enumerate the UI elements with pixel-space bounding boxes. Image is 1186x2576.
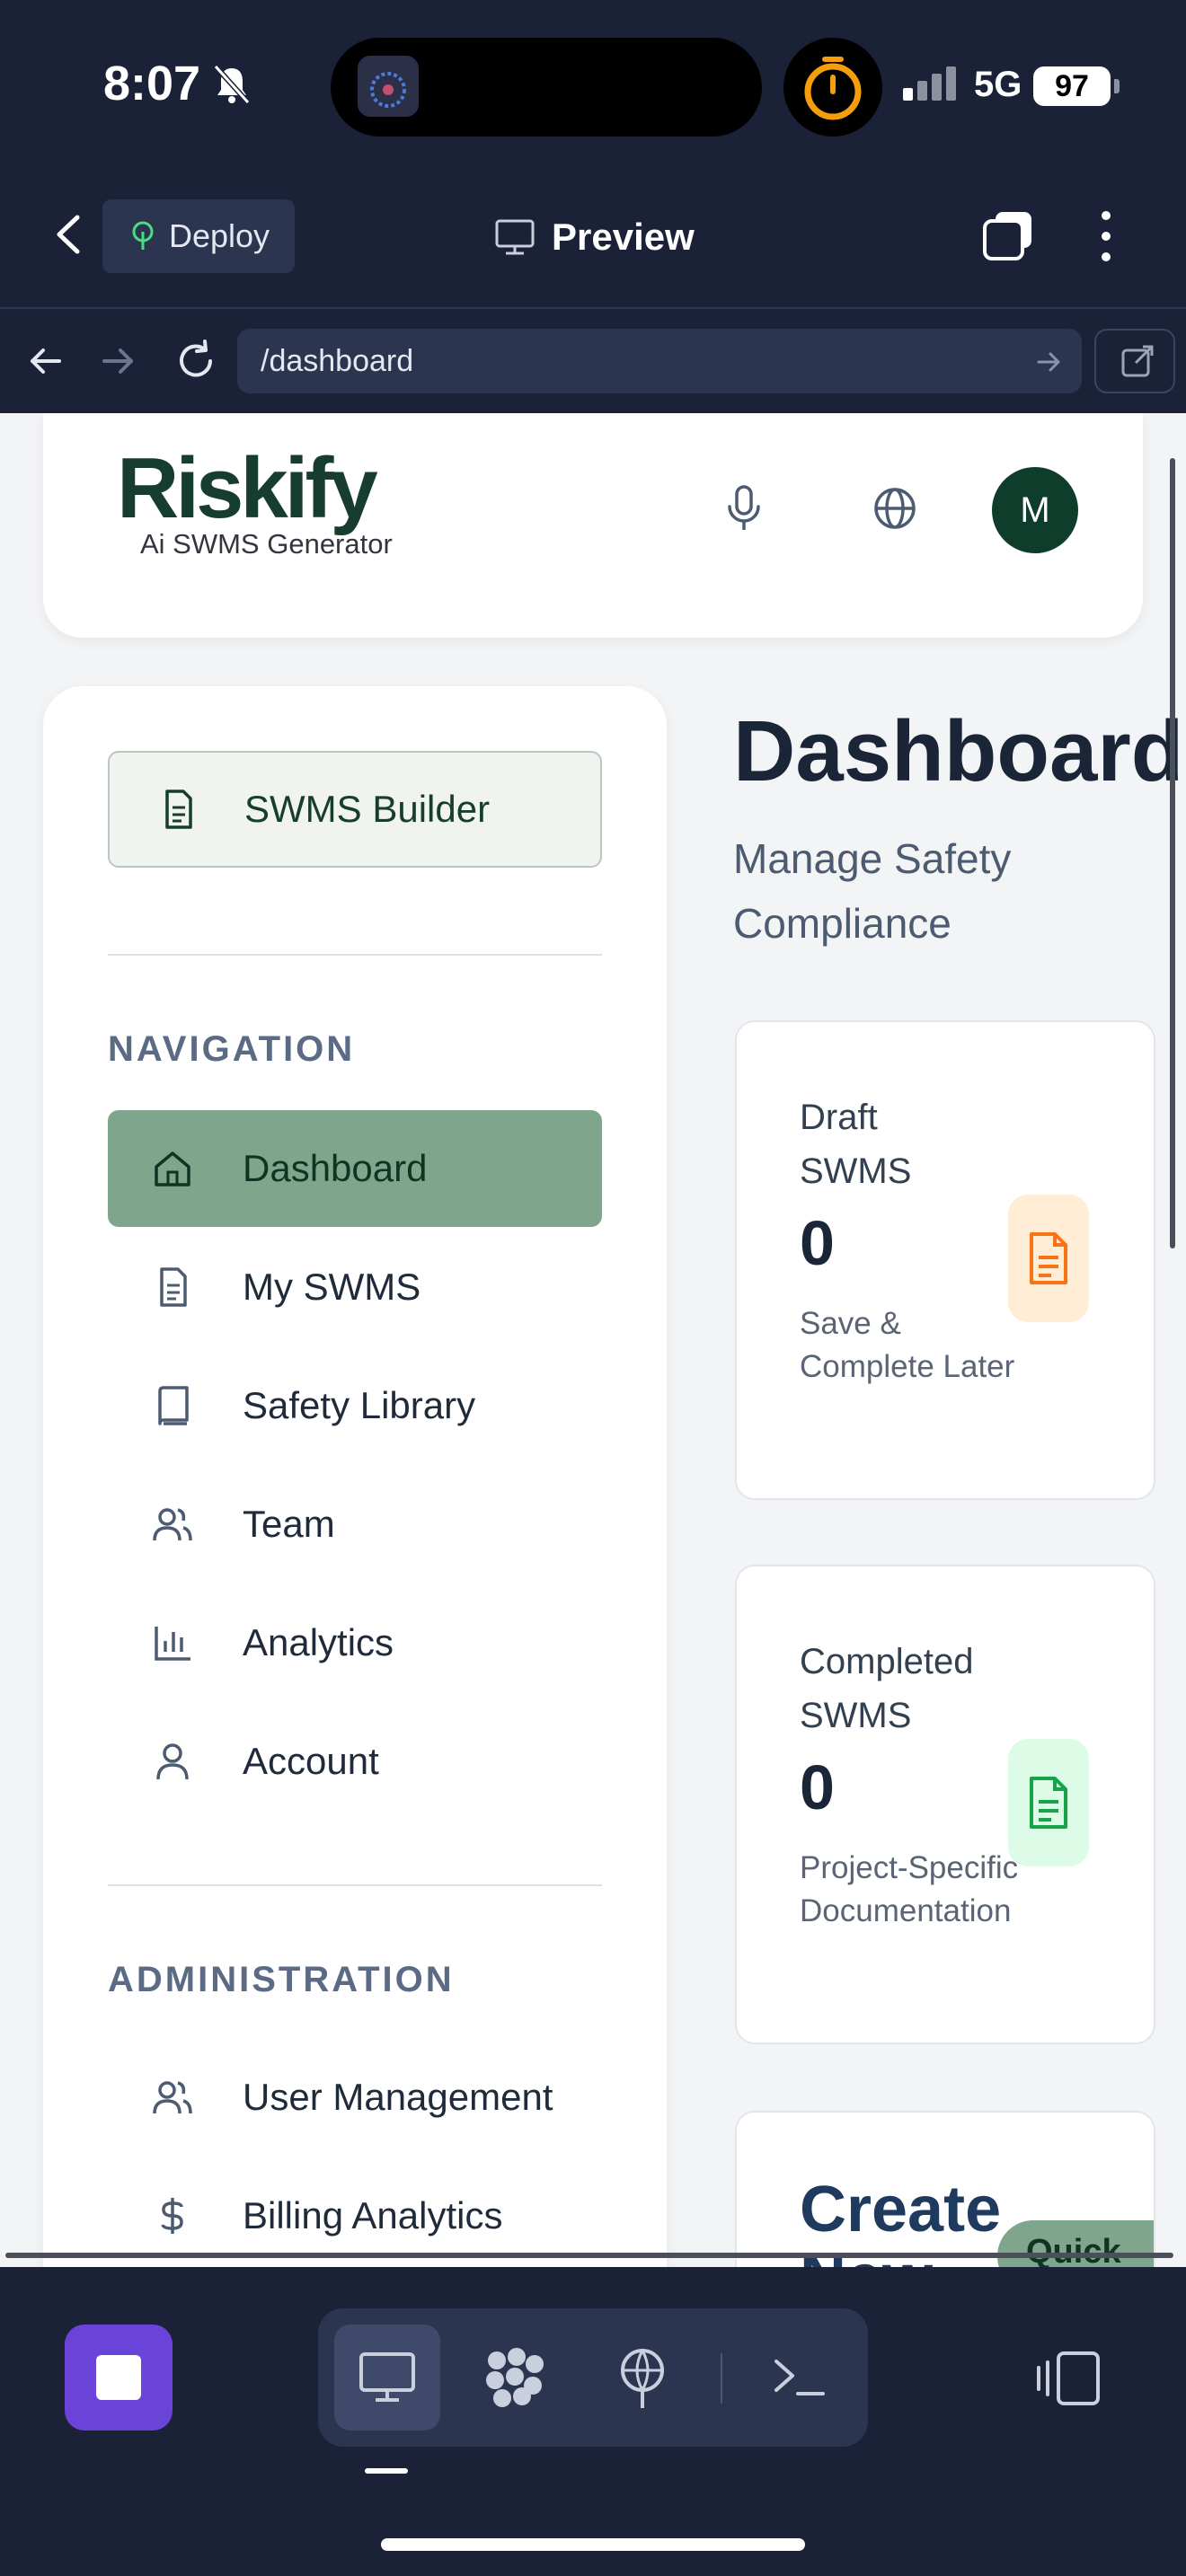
vertical-scrollbar[interactable]	[1170, 458, 1175, 1248]
deploy-label: Deploy	[169, 217, 270, 254]
users-icon	[153, 2081, 192, 2114]
logo-tagline: Ai SWMS Generator	[140, 528, 393, 560]
sidebar-item-analytics[interactable]: Analytics	[108, 1584, 602, 1701]
sidebar-item-label: Analytics	[243, 1621, 394, 1663]
bell-muted-icon	[213, 64, 251, 105]
monitor-icon	[495, 219, 535, 255]
stopwatch-icon	[804, 57, 862, 120]
web-content: Riskify Ai SWMS Generator M SWMS Builder…	[0, 413, 1186, 2267]
stat-description: Project-Specific Documentation	[800, 1850, 1019, 1928]
administration-section-title: ADMINISTRATION	[108, 1960, 455, 1999]
toolbar-separator	[721, 2353, 722, 2404]
microphone-icon[interactable]	[724, 483, 764, 535]
stat-icon-badge	[1008, 1195, 1089, 1322]
document-icon	[1030, 1232, 1067, 1284]
network-type: 5G	[974, 65, 1022, 104]
console-view-button[interactable]	[746, 2325, 852, 2430]
sidebar-item-dashboard[interactable]: Dashboard	[108, 1110, 602, 1227]
horizontal-scrollbar[interactable]	[5, 2253, 1173, 2258]
dollar-icon	[161, 2198, 183, 2234]
quick-badge: Quick	[997, 2220, 1154, 2267]
deploy-icon	[132, 221, 154, 250]
apps-cluster-icon	[486, 2348, 544, 2407]
live-activity-app-icon	[358, 56, 419, 117]
completed-swms-card[interactable]: Completed SWMS 0 Project-Specific Docume…	[735, 1565, 1155, 2044]
preview-label: Preview	[552, 216, 695, 258]
back-chevron-icon[interactable]	[50, 212, 86, 257]
status-time: 8:07	[103, 57, 201, 110]
sidebar-item-label: Team	[243, 1503, 335, 1545]
avatar[interactable]: M	[992, 467, 1078, 553]
sidebar-divider	[108, 1884, 602, 1886]
navigation-section-title: NAVIGATION	[108, 1029, 356, 1069]
bar-chart-icon	[155, 1627, 190, 1661]
document-icon	[165, 790, 192, 829]
reload-icon[interactable]	[173, 338, 219, 384]
terminal-icon	[774, 2360, 825, 2395]
document-icon	[1030, 1777, 1067, 1829]
go-arrow-icon[interactable]	[1033, 347, 1064, 377]
riskify-logo[interactable]: Riskify Ai SWMS Generator	[117, 446, 393, 560]
stat-value: 0	[800, 1752, 835, 1822]
sidebar-item-account[interactable]: Account	[108, 1703, 602, 1820]
stat-value: 0	[800, 1208, 835, 1278]
preview-title: Preview	[494, 216, 695, 259]
browser-back-icon[interactable]	[25, 341, 65, 381]
sidebar-item-label: Dashboard	[243, 1147, 428, 1189]
swms-builder-label: SWMS Builder	[244, 788, 491, 830]
sidebar-item-billing-analytics[interactable]: Billing Analytics	[108, 2157, 602, 2267]
open-external-button[interactable]	[1094, 329, 1175, 393]
active-view-indicator	[365, 2468, 408, 2474]
user-icon	[156, 1743, 189, 1780]
deploy-icon	[621, 2349, 664, 2408]
sidebar-item-label: My SWMS	[243, 1266, 421, 1308]
stat-label: Draft SWMS	[800, 1098, 912, 1191]
sidebar-item-user-management[interactable]: User Management	[108, 2039, 602, 2156]
logo-wordmark: Riskify	[117, 440, 378, 536]
more-options-icon[interactable]	[1096, 208, 1116, 264]
tabs-icon[interactable]	[981, 208, 1037, 262]
url-input[interactable]: /dashboard	[237, 329, 1082, 393]
sidebar-item-label: Billing Analytics	[243, 2194, 503, 2236]
timer-activity	[783, 38, 882, 137]
browser-forward-icon[interactable]	[99, 341, 138, 381]
signal-icon	[903, 66, 960, 101]
sidebar-item-my-swms[interactable]: My SWMS	[108, 1229, 602, 1345]
battery-tip	[1114, 79, 1120, 93]
users-icon	[153, 1508, 192, 1541]
page-title: Dashboard	[733, 703, 1184, 799]
workspace-view-button[interactable]	[462, 2325, 568, 2430]
sidebar-item-label: User Management	[243, 2076, 553, 2118]
sidebar-item-label: Account	[243, 1740, 379, 1782]
deploy-button[interactable]: Deploy	[102, 199, 295, 273]
stop-icon	[96, 2355, 141, 2400]
globe-icon[interactable]	[872, 485, 918, 532]
battery-level: 97	[1033, 66, 1111, 106]
home-icon	[155, 1151, 190, 1187]
sidebar-item-safety-library[interactable]: Safety Library	[108, 1347, 602, 1464]
stop-button[interactable]	[65, 2325, 173, 2430]
stat-icon-badge	[1008, 1739, 1089, 1866]
external-link-icon	[1121, 345, 1154, 377]
stat-description: Save & Complete Later	[800, 1306, 1015, 1384]
stat-label: Completed SWMS	[800, 1642, 974, 1735]
draft-swms-card[interactable]: Draft SWMS 0 Save & Complete Later	[735, 1020, 1155, 1500]
home-indicator[interactable]	[381, 2538, 805, 2551]
swms-builder-button[interactable]: SWMS Builder	[108, 751, 602, 868]
book-icon	[158, 1386, 189, 1425]
panels-icon[interactable]	[1033, 2350, 1102, 2407]
sidebar-divider	[108, 954, 602, 956]
preview-view-button[interactable]	[334, 2325, 440, 2430]
create-new-card[interactable]: Create New Quick	[735, 2111, 1155, 2267]
monitor-icon	[359, 2352, 415, 2402]
page-subtitle: Manage Safety Compliance	[733, 835, 1012, 947]
sidebar-item-label: Safety Library	[243, 1384, 476, 1426]
deploy-view-button[interactable]	[589, 2325, 695, 2430]
sidebar-item-team[interactable]: Team	[108, 1466, 602, 1583]
document-icon	[160, 1267, 187, 1307]
